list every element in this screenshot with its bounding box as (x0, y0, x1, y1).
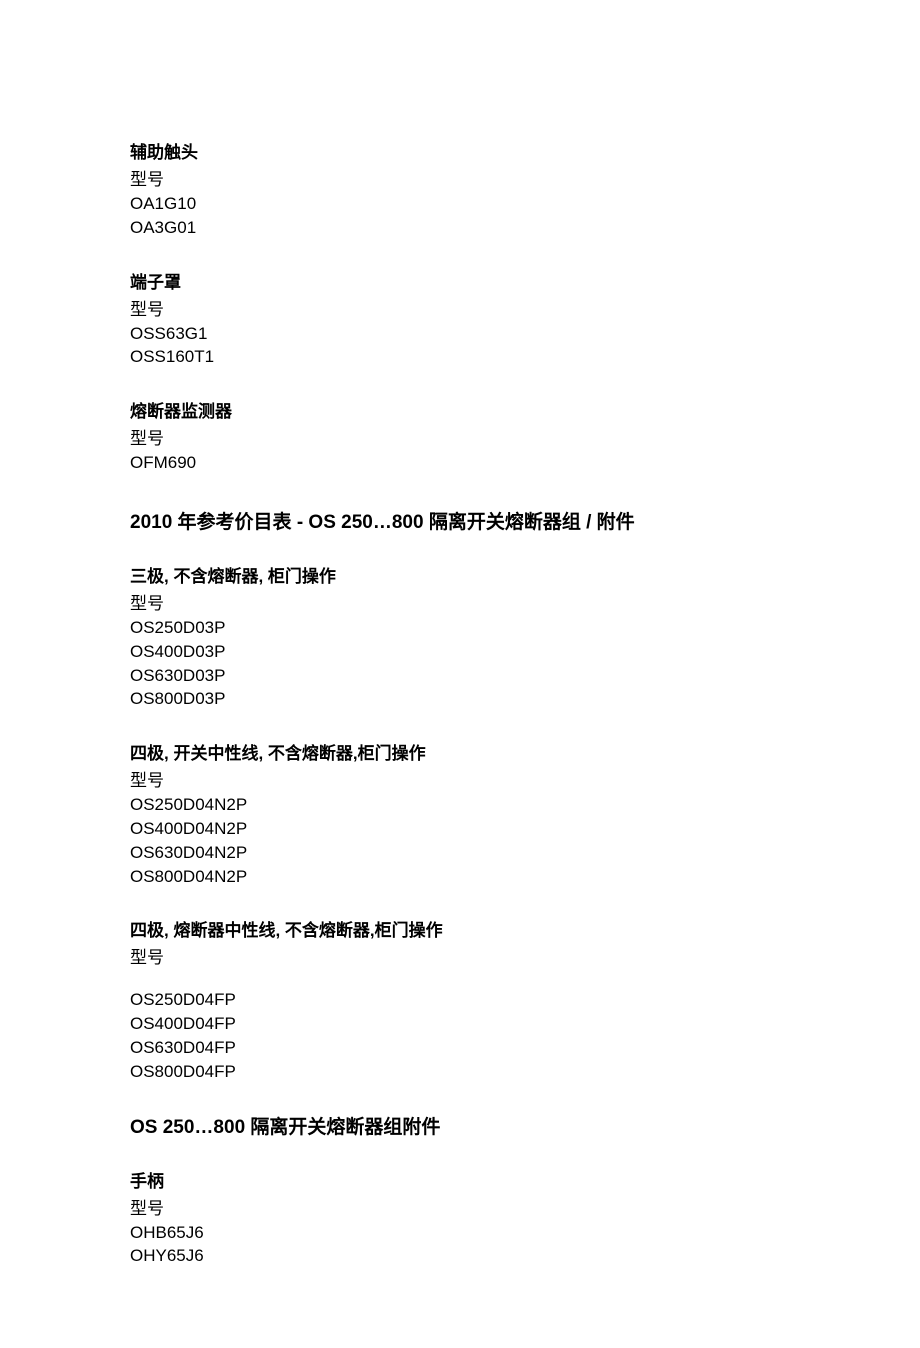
model-item: OHB65J6 (130, 1221, 790, 1245)
group-head: 四极, 开关中性线, 不含熔断器,柜门操作 (130, 739, 790, 764)
handle-head: 手柄 (130, 1167, 790, 1192)
model-item: OSS63G1 (130, 322, 790, 346)
model-item: OHY65J6 (130, 1244, 790, 1268)
model-item: OS800D04FP (130, 1060, 790, 1084)
model-item: OS250D04FP (130, 988, 790, 1012)
section-head: 熔断器监测器 (130, 397, 790, 422)
model-item: OS800D03P (130, 687, 790, 711)
model-label: 型号 (130, 424, 790, 449)
model-label: 型号 (130, 295, 790, 320)
section-head: 辅助触头 (130, 138, 790, 163)
model-label: 型号 (130, 589, 790, 614)
model-label: 型号 (130, 943, 790, 968)
group-head: 三极, 不含熔断器, 柜门操作 (130, 562, 790, 587)
model-item: OS250D04N2P (130, 793, 790, 817)
model-item: OS630D03P (130, 664, 790, 688)
main-title: 2010 年参考价目表 - OS 250…800 隔离开关熔断器组 / 附件 (130, 507, 790, 534)
model-label: 型号 (130, 1194, 790, 1219)
model-label: 型号 (130, 766, 790, 791)
model-item: OS800D04N2P (130, 865, 790, 889)
model-item: OA3G01 (130, 216, 790, 240)
model-item: OFM690 (130, 451, 790, 475)
model-item: OS630D04N2P (130, 841, 790, 865)
blank-line (130, 970, 790, 988)
sub-title: OS 250…800 隔离开关熔断器组附件 (130, 1112, 790, 1139)
model-item: OS630D04FP (130, 1036, 790, 1060)
model-item: OS400D03P (130, 640, 790, 664)
model-item: OS400D04FP (130, 1012, 790, 1036)
model-item: OS400D04N2P (130, 817, 790, 841)
model-item: OSS160T1 (130, 345, 790, 369)
group-head: 四极, 熔断器中性线, 不含熔断器,柜门操作 (130, 916, 790, 941)
model-item: OS250D03P (130, 616, 790, 640)
model-item: OA1G10 (130, 192, 790, 216)
model-label: 型号 (130, 165, 790, 190)
section-head: 端子罩 (130, 268, 790, 293)
